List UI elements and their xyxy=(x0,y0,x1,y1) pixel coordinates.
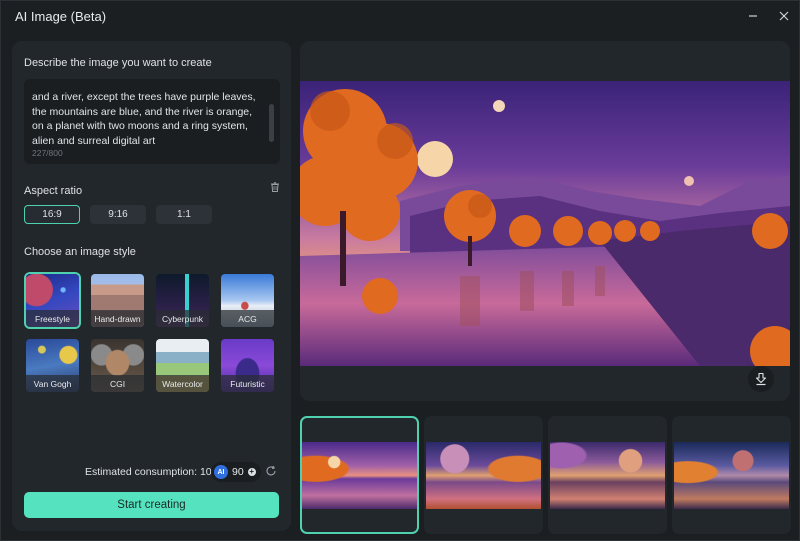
style-cyberpunk[interactable]: Cyberpunk xyxy=(154,272,211,329)
result-thumbnail-2[interactable] xyxy=(424,416,543,534)
settings-panel: Describe the image you want to create an… xyxy=(12,41,291,531)
result-thumbnail-3[interactable] xyxy=(548,416,667,534)
style-caption: Freestyle xyxy=(26,310,79,327)
style-van-gogh[interactable]: Van Gogh xyxy=(24,337,81,394)
style-hand-drawn[interactable]: Hand-drawn xyxy=(89,272,146,329)
aspect-ratio-options: 16:9 9:16 1:1 xyxy=(24,205,212,224)
trash-icon[interactable] xyxy=(269,181,281,193)
ratio-1-1-button[interactable]: 1:1 xyxy=(156,205,212,224)
style-acg[interactable]: ACG xyxy=(219,272,276,329)
style-caption: Watercolor xyxy=(156,375,209,392)
result-image xyxy=(550,442,665,509)
prompt-text[interactable]: and a river, except the trees have purpl… xyxy=(32,90,264,148)
download-button[interactable] xyxy=(748,366,774,392)
ai-credit-icon: AI xyxy=(214,465,228,479)
close-icon xyxy=(779,11,789,21)
result-thumbnail-4[interactable] xyxy=(672,416,791,534)
image-style-grid: Freestyle Hand-drawn Cyberpunk ACG Van G… xyxy=(24,272,276,394)
prompt-textarea[interactable]: and a river, except the trees have purpl… xyxy=(24,79,280,192)
generated-image-preview xyxy=(300,81,790,366)
ratio-16-9-button[interactable]: 16:9 xyxy=(24,205,80,224)
style-caption: Cyberpunk xyxy=(156,310,209,327)
refresh-icon[interactable] xyxy=(265,465,277,477)
minimize-icon xyxy=(749,15,757,17)
minimize-button[interactable] xyxy=(740,5,766,27)
style-caption: CGI xyxy=(91,375,144,392)
title-bar: AI Image (Beta) xyxy=(1,1,800,33)
prompt-scrollbar[interactable] xyxy=(269,104,274,142)
aspect-ratio-label: Aspect ratio xyxy=(24,185,83,197)
style-caption: Hand-drawn xyxy=(91,310,144,327)
style-caption: Futuristic xyxy=(221,375,274,392)
download-icon xyxy=(755,372,767,386)
style-caption: Van Gogh xyxy=(26,375,79,392)
image-style-label: Choose an image style xyxy=(24,246,136,258)
preview-panel xyxy=(300,41,790,401)
result-image xyxy=(674,442,789,509)
result-image xyxy=(426,442,541,509)
ratio-9-16-button[interactable]: 9:16 xyxy=(90,205,146,224)
prompt-label: Describe the image you want to create xyxy=(24,57,212,69)
close-button[interactable] xyxy=(771,5,797,27)
style-caption: ACG xyxy=(221,310,274,327)
style-futuristic[interactable]: Futuristic xyxy=(219,337,276,394)
results-strip xyxy=(300,416,791,534)
result-image xyxy=(302,442,417,509)
result-thumbnail-1[interactable] xyxy=(300,416,419,534)
char-count: 227/800 xyxy=(32,148,63,158)
start-creating-button[interactable]: Start creating xyxy=(24,492,279,518)
credit-balance: 90 xyxy=(232,466,244,478)
plus-circle-icon[interactable]: + xyxy=(247,468,256,476)
style-cgi[interactable]: CGI xyxy=(89,337,146,394)
style-freestyle[interactable]: Freestyle xyxy=(24,272,81,329)
landscape-image xyxy=(300,81,790,366)
style-watercolor[interactable]: Watercolor xyxy=(154,337,211,394)
window-title: AI Image (Beta) xyxy=(15,9,107,24)
credits-badge: AI 90 + xyxy=(211,462,261,482)
estimated-consumption: Estimated consumption: 10 xyxy=(85,466,212,478)
ai-image-window: AI Image (Beta) Describe the image you w… xyxy=(0,0,800,541)
